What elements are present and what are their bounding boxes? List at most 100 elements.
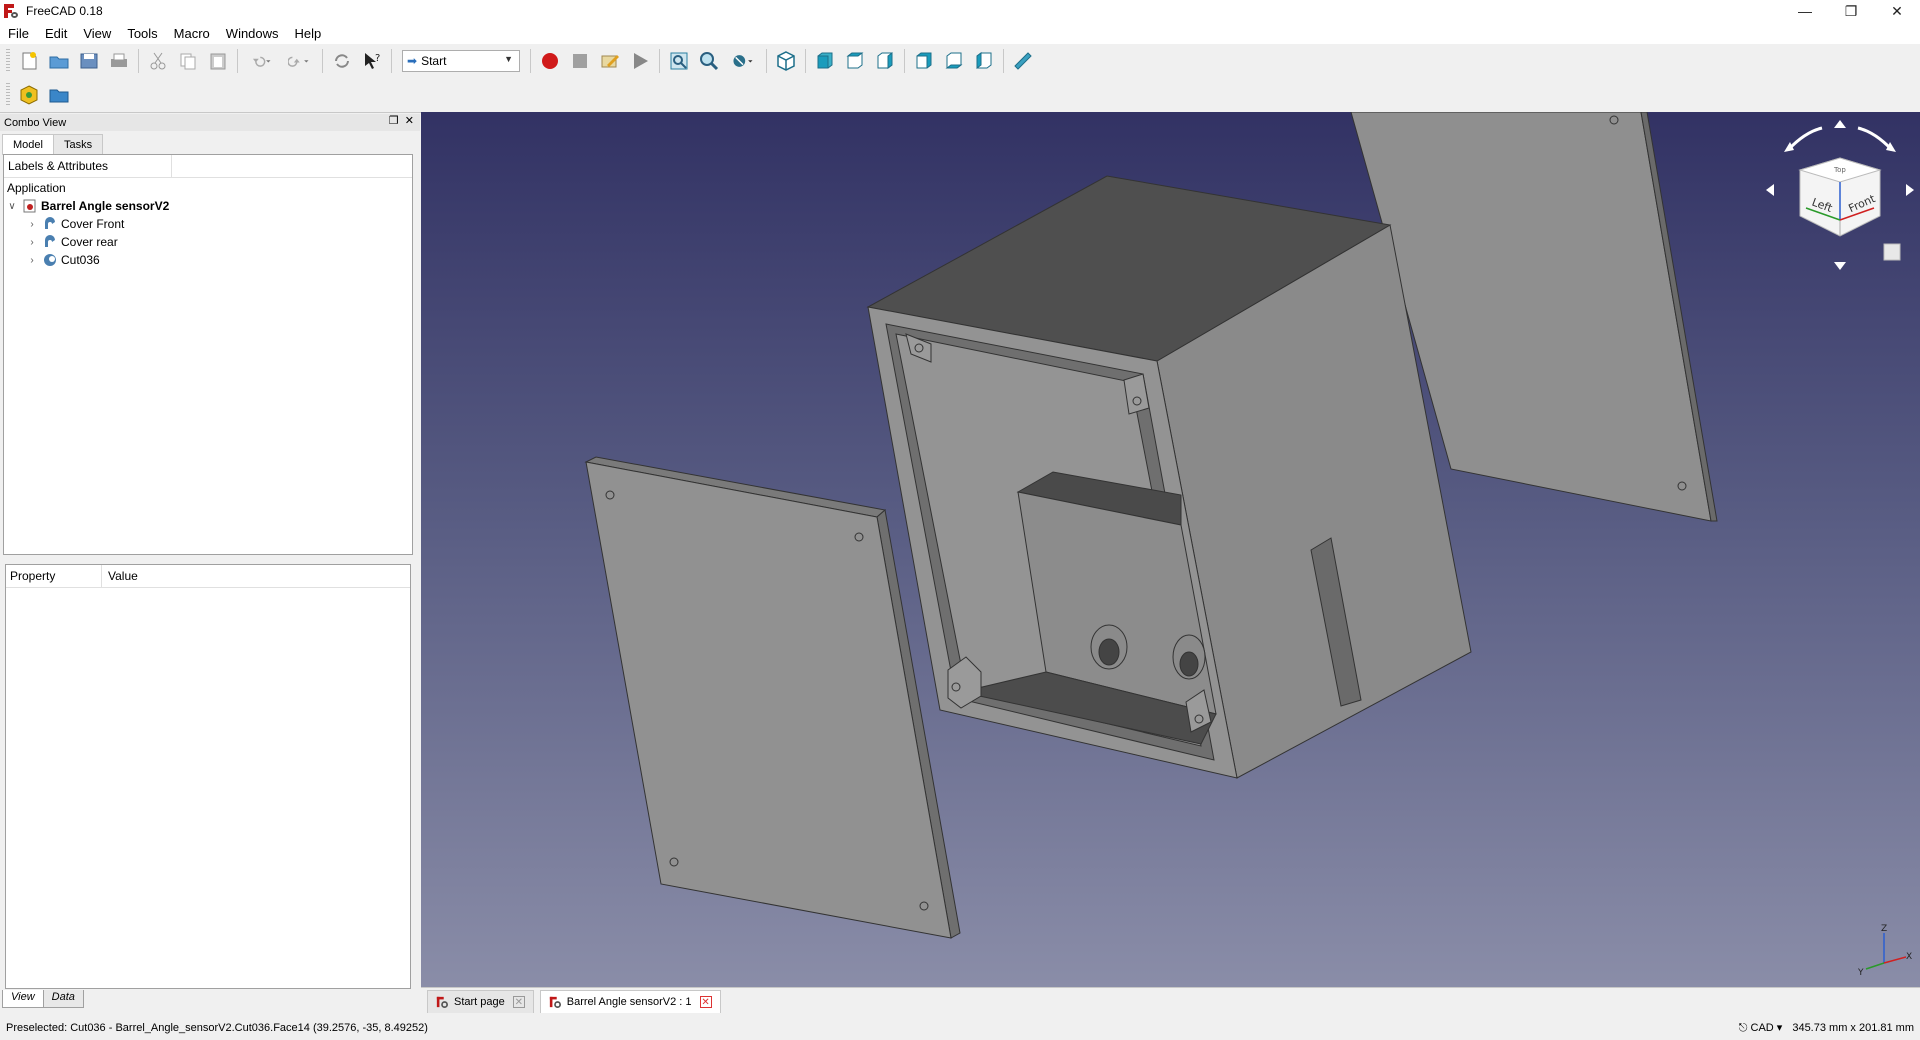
view-top-button[interactable] (841, 47, 869, 75)
tree-item-cover-front[interactable]: › Cover Front (27, 215, 124, 233)
new-file-icon (22, 52, 37, 70)
chevron-right-icon[interactable]: › (27, 255, 37, 266)
menu-macro[interactable]: Macro (166, 26, 218, 41)
3d-viewport[interactable]: Left Front Top Z X Y (421, 112, 1920, 987)
tree-item-label: Cover Front (61, 217, 125, 231)
open-folder-button[interactable] (45, 81, 73, 109)
value-column-header[interactable]: Value (102, 569, 138, 583)
redo-button[interactable] (281, 47, 317, 75)
tree-document[interactable]: ∨ Barrel Angle sensorV2 (7, 197, 169, 215)
box-body-model[interactable] (866, 175, 1472, 779)
refresh-button[interactable] (328, 47, 356, 75)
copy-icon (180, 53, 196, 70)
view-right-button[interactable] (871, 47, 899, 75)
3d-scene[interactable] (421, 112, 1920, 987)
navigation-style-selector[interactable]: ⎋ CAD ▾ (1739, 1021, 1783, 1035)
copy-button[interactable] (174, 47, 202, 75)
arrow-left-icon (1766, 184, 1774, 196)
tree-item-cover-rear[interactable]: › Cover rear (27, 233, 118, 251)
paste-button[interactable] (204, 47, 232, 75)
run-macro-button[interactable] (626, 47, 654, 75)
chevron-right-icon[interactable]: › (27, 237, 37, 248)
tree-root[interactable]: Application (7, 179, 66, 197)
tab-barrel-angle-sensor[interactable]: Barrel Angle sensorV2 : 1 ✕ (539, 990, 721, 1013)
menu-help[interactable]: Help (287, 26, 330, 41)
menu-file[interactable]: File (0, 26, 37, 41)
tree-item-cut036[interactable]: › Cut036 (27, 251, 99, 269)
whats-this-button[interactable]: ? (358, 47, 386, 75)
close-tab-icon[interactable]: ✕ (512, 996, 525, 1008)
print-icon (111, 53, 127, 67)
start-page-button[interactable] (15, 81, 43, 109)
tree-header: Labels & Attributes (4, 155, 412, 178)
menu-view[interactable]: View (75, 26, 119, 41)
chevron-down-icon: ▼ (504, 54, 513, 64)
svg-text:?: ? (375, 53, 380, 64)
undo-button[interactable] (243, 47, 279, 75)
tree-root-label: Application (7, 181, 66, 195)
rotate-left-icon (1786, 126, 1823, 152)
print-button[interactable] (105, 47, 133, 75)
draw-style-button[interactable] (725, 47, 761, 75)
workbench-name: Start (421, 54, 447, 68)
view-left-button[interactable] (970, 47, 998, 75)
arrow-right-icon (1906, 184, 1914, 196)
scissors-icon (150, 52, 166, 70)
view-menu-icon (1883, 243, 1901, 261)
view-front-button[interactable] (811, 47, 839, 75)
axis-x-label: X (1906, 952, 1912, 962)
stop-macro-button[interactable] (566, 47, 594, 75)
navigation-cube[interactable]: Left Front Top (1760, 112, 1920, 282)
close-button[interactable]: ✕ (1874, 0, 1920, 22)
menu-edit[interactable]: Edit (37, 26, 75, 41)
fit-selection-button[interactable] (695, 47, 723, 75)
restore-button[interactable]: ❐ (1828, 0, 1874, 22)
macro-edit-icon (601, 55, 619, 68)
close-panel-icon[interactable]: ✕ (405, 114, 414, 127)
preselection-status: Preselected: Cut036 - Barrel_Angle_senso… (6, 1021, 428, 1034)
cut-button[interactable] (144, 47, 172, 75)
menu-bar: File Edit View Tools Macro Windows Help (0, 22, 1920, 44)
tree-header-label: Labels & Attributes (4, 155, 172, 177)
cover-front-model[interactable] (584, 456, 961, 939)
record-macro-button[interactable] (536, 47, 564, 75)
tab-model[interactable]: Model (2, 134, 54, 155)
top-view-icon (846, 52, 864, 69)
measure-distance-button[interactable] (1009, 47, 1037, 75)
minimize-button[interactable]: — (1782, 0, 1828, 22)
chevron-down-icon[interactable]: ∨ (7, 201, 17, 212)
toolbar-grip[interactable] (6, 83, 10, 107)
chevron-right-icon[interactable]: › (27, 219, 37, 230)
float-panel-icon[interactable]: ❐ (389, 114, 399, 127)
open-button[interactable] (45, 47, 73, 75)
undo-icon (252, 56, 271, 67)
combo-view-title: Combo View (4, 116, 67, 129)
workbench-toolbar (0, 78, 1920, 113)
view-isometric-button[interactable] (772, 47, 800, 75)
title-bar: FreeCAD 0.18 — ❐ ✕ (0, 0, 1920, 22)
view-bottom-button[interactable] (940, 47, 968, 75)
fit-selection-icon (700, 52, 719, 71)
workbench-selector[interactable]: ➡ Start ▼ (402, 50, 520, 72)
stop-icon (573, 54, 587, 68)
property-column-header[interactable]: Property (6, 565, 102, 587)
view-rear-button[interactable] (910, 47, 938, 75)
tab-tasks[interactable]: Tasks (52, 134, 104, 154)
close-tab-icon[interactable]: ✕ (699, 996, 712, 1008)
tab-view[interactable]: View (2, 990, 44, 1008)
play-icon (634, 53, 648, 69)
view-cube[interactable]: Left Front Top (1798, 157, 1882, 237)
toolbar-grip[interactable] (6, 49, 10, 73)
freecad-icon (549, 996, 561, 1008)
tab-data[interactable]: Data (42, 990, 84, 1008)
document-name: Barrel Angle sensorV2 (41, 199, 170, 213)
tab-start-page[interactable]: Start page ✕ (427, 990, 534, 1013)
new-document-button[interactable] (15, 47, 43, 75)
edit-macro-button[interactable] (596, 47, 624, 75)
fit-all-button[interactable] (665, 47, 693, 75)
ruler-icon (1014, 52, 1032, 70)
menu-windows[interactable]: Windows (218, 26, 287, 41)
save-button[interactable] (75, 47, 103, 75)
menu-tools[interactable]: Tools (119, 26, 165, 41)
tab-document-label: Barrel Angle sensorV2 : 1 (566, 996, 692, 1008)
